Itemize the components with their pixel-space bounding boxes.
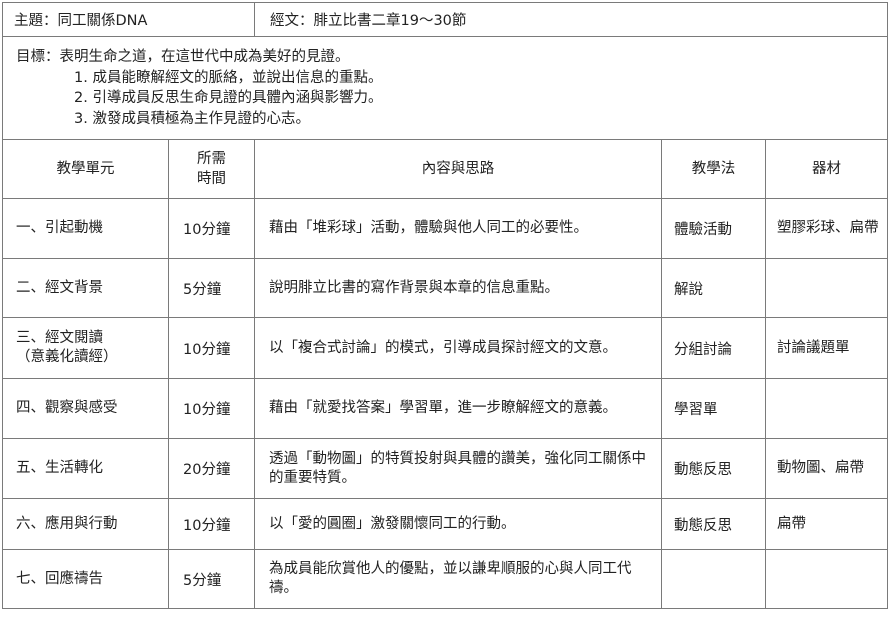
unit-label: 五、生活轉化	[16, 460, 103, 476]
table-row: 五、生活轉化 20分鐘 透過「動物圖」的特質投射與具體的讚美，強化同工關係中的重…	[2, 438, 889, 499]
unit-sublabel: （意義化讀經）	[16, 349, 118, 365]
time-cell: 10分鐘	[168, 498, 255, 550]
lesson-plan-sheet: 主題：同工關係DNA 經文：腓立比書二章19～30節 目標：表明生命之道，在這世…	[1, 2, 889, 616]
unit-label: 六、應用與行動	[16, 515, 118, 532]
time-cell: 20分鐘	[168, 438, 255, 499]
method-cell: 學習單	[661, 378, 766, 439]
scripture-cell: 經文：腓立比書二章19～30節	[253, 2, 889, 37]
material-cell	[764, 378, 889, 439]
table-row: 一、引起動機 10分鐘 藉由「堆彩球」活動，體驗與他人同工的必要性。 體驗活動 …	[2, 198, 889, 259]
goal-main: 目標：表明生命之道，在這世代中成為美好的見證。	[16, 49, 350, 65]
table-row: 三、經文閱讀 （意義化讀經） 10分鐘 以「複合式討論」的模式，引導成員探討經文…	[2, 317, 889, 379]
scripture-text: 經文：腓立比書二章19～30節	[270, 13, 467, 29]
unit-cell: 三、經文閱讀 （意義化讀經）	[2, 317, 169, 379]
method-cell: 解說	[661, 258, 766, 318]
goals-cell: 目標：表明生命之道，在這世代中成為美好的見證。 1. 成員能瞭解經文的脈絡，並說…	[1, 36, 889, 140]
table-row: 二、經文背景 5分鐘 說明腓立比書的寫作背景與本章的信息重點。 解說	[2, 258, 889, 318]
column-header-time-line2: 時間	[197, 171, 226, 187]
goals-row: 目標：表明生命之道，在這世代中成為美好的見證。 1. 成員能瞭解經文的脈絡，並說…	[1, 36, 889, 140]
content-cell: 以「愛的圓圈」激發關懷同工的行動。	[254, 498, 662, 550]
unit-cell: 四、觀察與感受	[2, 378, 169, 439]
material-cell	[764, 258, 889, 318]
column-header-time-line1: 所需	[197, 151, 226, 167]
lesson-plan-table: 主題：同工關係DNA 經文：腓立比書二章19～30節 目標：表明生命之道，在這世…	[1, 2, 889, 609]
topic-cell: 主題：同工關係DNA	[2, 2, 255, 37]
column-header-content: 內容與思路	[254, 139, 662, 199]
method-cell	[661, 549, 766, 609]
time-cell: 10分鐘	[168, 378, 255, 439]
unit-cell: 二、經文背景	[2, 258, 169, 318]
material-cell: 討論議題單	[764, 317, 889, 379]
content-cell: 以「複合式討論」的模式，引導成員探討經文的文意。	[254, 317, 662, 379]
content-cell: 為成員能欣賞他人的優點，並以謙卑順服的心與人同工代禱。	[254, 549, 662, 609]
method-cell: 體驗活動	[661, 198, 766, 259]
table-row: 七、回應禱告 5分鐘 為成員能欣賞他人的優點，並以謙卑順服的心與人同工代禱。	[2, 549, 889, 609]
material-cell	[764, 549, 889, 609]
column-header-unit: 教學單元	[2, 139, 169, 199]
unit-cell: 七、回應禱告	[2, 549, 169, 609]
material-cell: 扁帶	[764, 498, 889, 550]
material-cell: 動物圖、扁帶	[764, 438, 889, 499]
unit-label: 一、引起動機	[16, 220, 103, 236]
time-cell: 5分鐘	[168, 549, 255, 609]
method-cell: 動態反思	[661, 498, 766, 550]
material-cell: 塑膠彩球、扁帶	[764, 198, 889, 259]
unit-label: 二、經文背景	[16, 279, 103, 296]
unit-cell: 一、引起動機	[2, 198, 169, 259]
column-header-material: 器材	[764, 139, 889, 199]
goal-item: 2. 引導成員反思生命見證的具體內涵與影響力。	[74, 90, 383, 106]
content-cell: 藉由「就愛找答案」學習單，進一步瞭解經文的意義。	[254, 378, 662, 439]
unit-cell: 六、應用與行動	[2, 498, 169, 550]
time-cell: 10分鐘	[168, 198, 255, 259]
method-cell: 分組討論	[661, 317, 766, 379]
topic-text: 主題：同工關係DNA	[14, 13, 148, 29]
content-cell: 說明腓立比書的寫作背景與本章的信息重點。	[254, 258, 662, 318]
time-cell: 5分鐘	[168, 258, 255, 318]
unit-label: 七、回應禱告	[16, 570, 103, 587]
content-cell: 藉由「堆彩球」活動，體驗與他人同工的必要性。	[254, 198, 662, 259]
goal-item: 3. 激發成員積極為主作見證的心志。	[74, 110, 310, 127]
table-row: 四、觀察與感受 10分鐘 藉由「就愛找答案」學習單，進一步瞭解經文的意義。 學習…	[2, 378, 889, 439]
header-row: 主題：同工關係DNA 經文：腓立比書二章19～30節	[2, 2, 889, 37]
column-header-time: 所需 時間	[168, 139, 255, 199]
content-cell: 透過「動物圖」的特質投射與具體的讚美，強化同工關係中的重要特質。	[254, 438, 662, 499]
column-header-method: 教學法	[661, 139, 766, 199]
method-cell: 動態反思	[661, 438, 766, 499]
goal-item: 1. 成員能瞭解經文的脈絡，並說出信息的重點。	[74, 69, 383, 86]
unit-cell: 五、生活轉化	[2, 438, 169, 499]
table-row: 六、應用與行動 10分鐘 以「愛的圓圈」激發關懷同工的行動。 動態反思 扁帶	[2, 498, 889, 550]
unit-label: 三、經文閱讀	[16, 330, 103, 346]
unit-label: 四、觀察與感受	[16, 400, 118, 416]
column-header-row: 教學單元 所需 時間 內容與思路 教學法 器材	[2, 139, 889, 199]
time-cell: 10分鐘	[168, 317, 255, 379]
